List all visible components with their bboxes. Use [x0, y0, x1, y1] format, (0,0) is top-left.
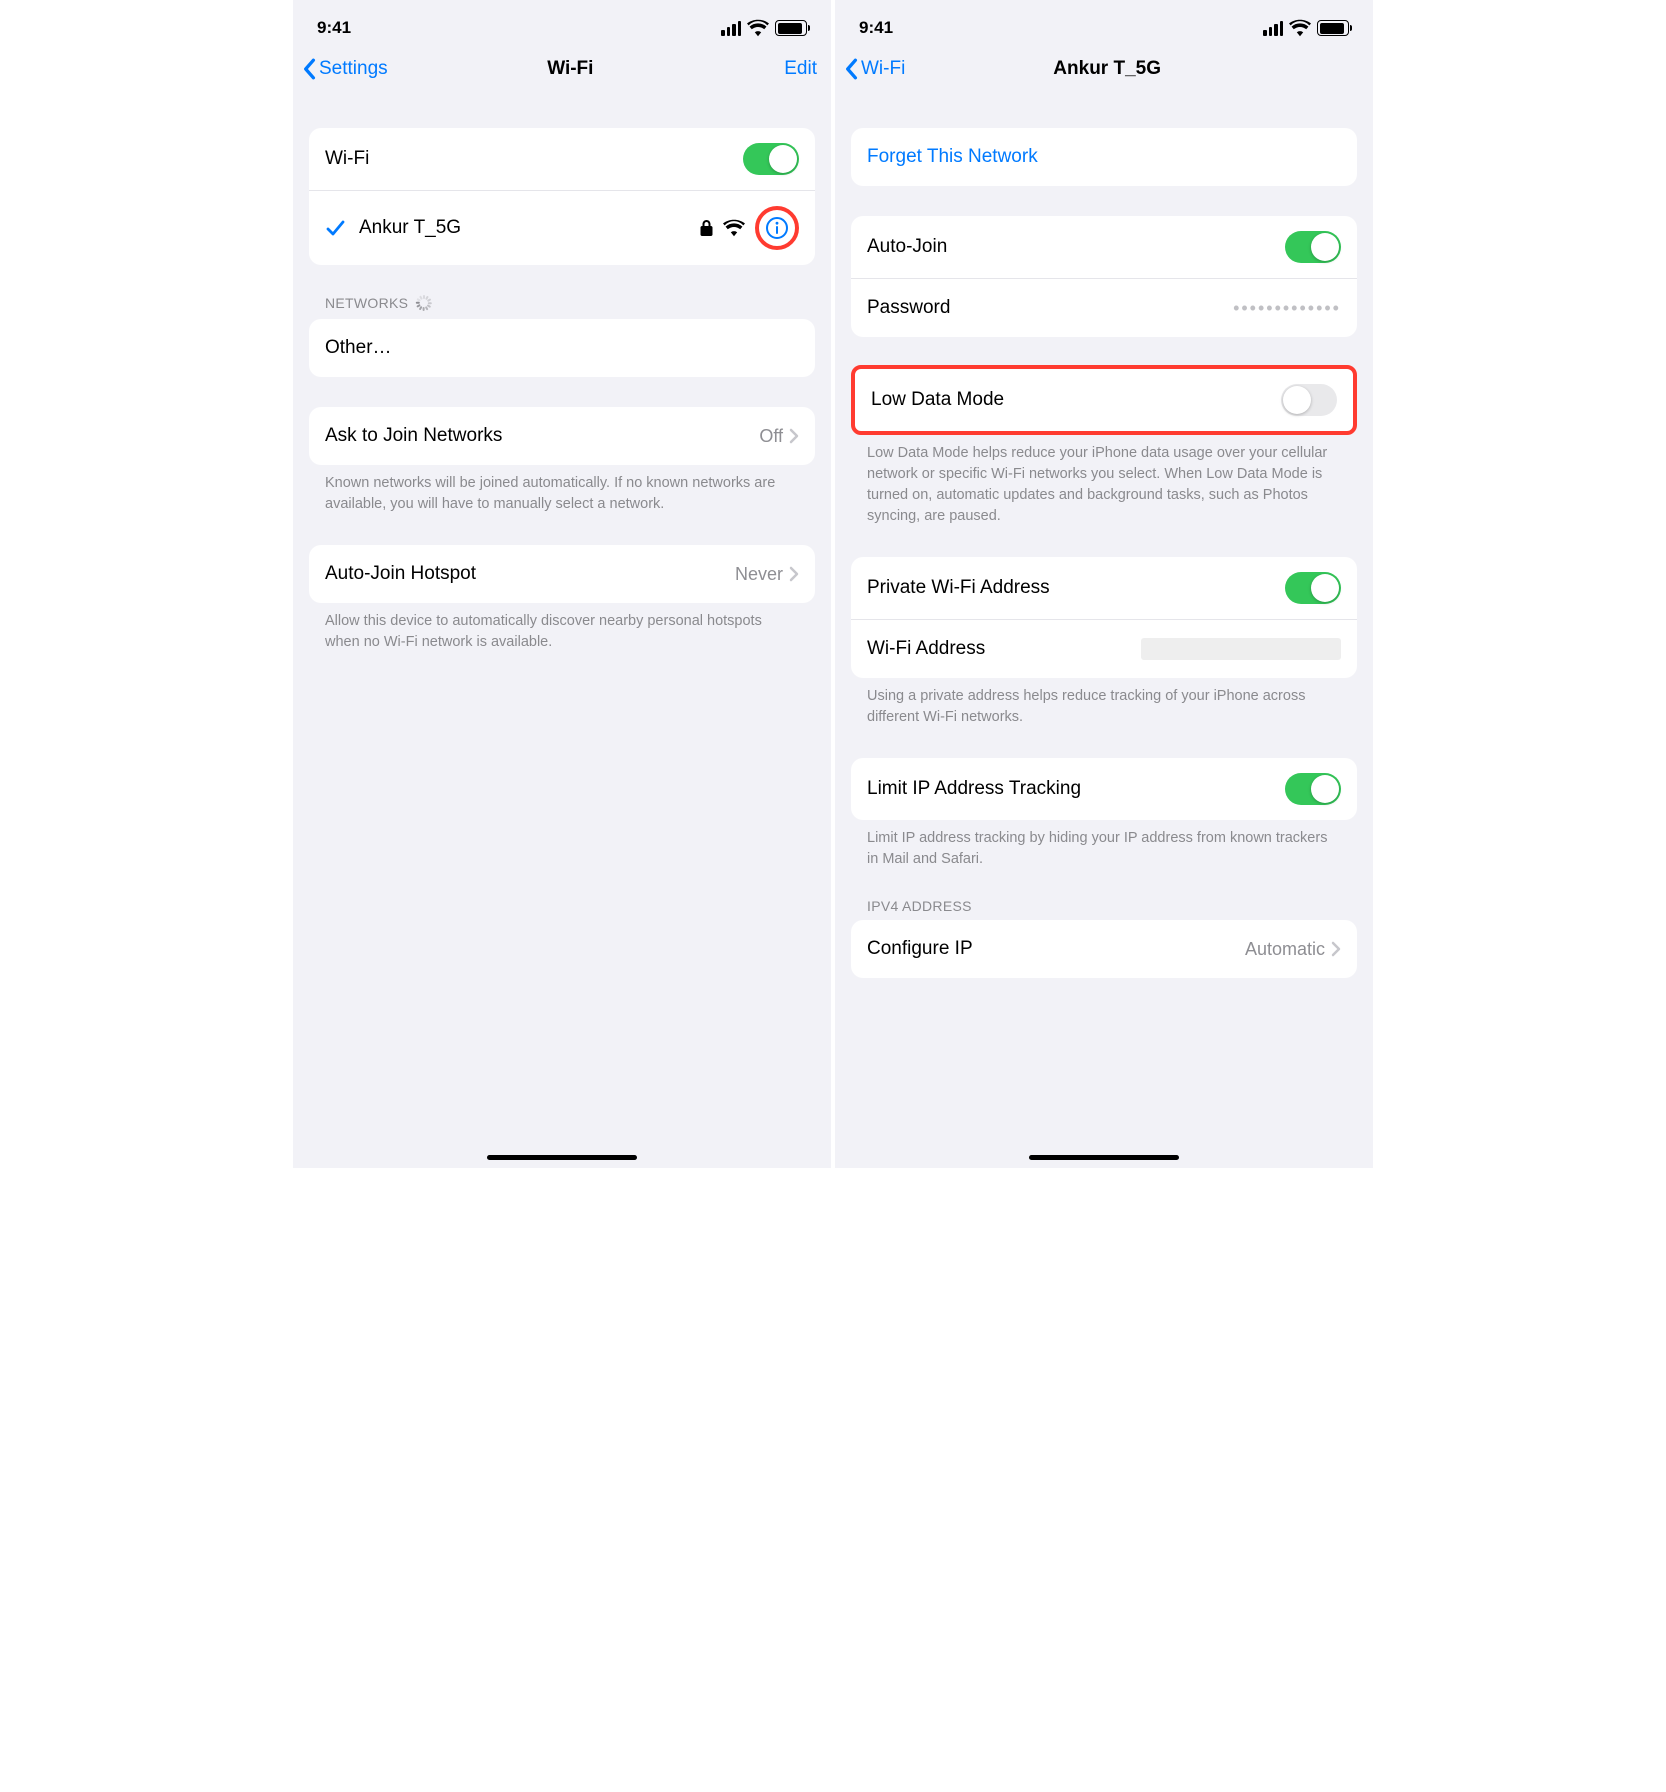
autojoin-hotspot-row[interactable]: Auto-Join Hotspot Never	[309, 545, 815, 603]
autojoin-toggle[interactable]	[1285, 231, 1341, 263]
status-icons	[1263, 19, 1349, 37]
edit-button[interactable]: Edit	[753, 58, 817, 80]
back-button[interactable]: Wi-Fi	[843, 58, 905, 80]
spinner-icon	[416, 295, 432, 311]
wifi-address-label: Wi-Fi Address	[867, 638, 985, 660]
limit-ip-toggle[interactable]	[1285, 773, 1341, 805]
page-title: Wi-Fi	[388, 58, 753, 80]
ask-to-join-value: Off	[759, 426, 783, 447]
password-row[interactable]: Password •••••••••••••	[851, 278, 1357, 337]
ask-to-join-footer: Known networks will be joined automatica…	[309, 465, 815, 515]
low-data-mode-toggle[interactable]	[1281, 384, 1337, 416]
private-wifi-row: Private Wi-Fi Address	[851, 557, 1357, 619]
back-label: Settings	[319, 58, 388, 80]
page-title: Ankur T_5G	[905, 58, 1309, 80]
chevron-right-icon	[1331, 941, 1341, 957]
home-indicator[interactable]	[1029, 1155, 1179, 1160]
autojoin-hotspot-label: Auto-Join Hotspot	[325, 563, 476, 585]
ipv4-header: IPV4 ADDRESS	[851, 898, 1357, 920]
limit-ip-footer: Limit IP address tracking by hiding your…	[851, 820, 1357, 870]
password-label: Password	[867, 297, 950, 319]
info-icon	[765, 216, 789, 240]
connected-network-row[interactable]: Ankur T_5G	[309, 190, 815, 265]
back-label: Wi-Fi	[861, 58, 905, 80]
cellular-icon	[1263, 21, 1283, 36]
private-wifi-footer: Using a private address helps reduce tra…	[851, 678, 1357, 728]
low-data-mode-footer: Low Data Mode helps reduce your iPhone d…	[851, 435, 1357, 527]
limit-ip-row: Limit IP Address Tracking	[851, 758, 1357, 820]
chevron-right-icon	[789, 428, 799, 444]
low-data-mode-row: Low Data Mode	[855, 369, 1353, 431]
battery-icon	[1317, 20, 1349, 36]
nav-bar: Wi-Fi Ankur T_5G	[835, 50, 1373, 92]
lock-icon	[700, 220, 713, 236]
chevron-left-icon	[301, 58, 317, 80]
network-info-button[interactable]	[755, 206, 799, 250]
network-detail-screen: 9:41 Wi-Fi Ankur T_5G Forget This Networ…	[833, 0, 1373, 1168]
status-time: 9:41	[317, 18, 351, 38]
nav-bar: Settings Wi-Fi Edit	[293, 50, 831, 92]
low-data-mode-label: Low Data Mode	[871, 389, 1004, 411]
configure-ip-row[interactable]: Configure IP Automatic	[851, 920, 1357, 978]
configure-ip-value: Automatic	[1245, 939, 1325, 960]
status-time: 9:41	[859, 18, 893, 38]
chevron-left-icon	[843, 58, 859, 80]
other-network-row[interactable]: Other…	[309, 319, 815, 377]
autojoin-hotspot-value: Never	[735, 564, 783, 585]
wifi-signal-icon	[723, 219, 745, 237]
wifi-address-row[interactable]: Wi-Fi Address	[851, 619, 1357, 678]
autojoin-hotspot-footer: Allow this device to automatically disco…	[309, 603, 815, 653]
battery-icon	[775, 20, 807, 36]
password-value: •••••••••••••	[1233, 298, 1341, 319]
other-label: Other…	[325, 337, 392, 359]
forget-network-row[interactable]: Forget This Network	[851, 128, 1357, 186]
private-wifi-toggle[interactable]	[1285, 572, 1341, 604]
cellular-icon	[721, 21, 741, 36]
autojoin-row: Auto-Join	[851, 216, 1357, 278]
autojoin-label: Auto-Join	[867, 236, 947, 258]
status-bar: 9:41	[293, 0, 831, 50]
checkmark-icon	[325, 218, 345, 238]
forget-network-label: Forget This Network	[867, 146, 1038, 168]
status-bar: 9:41	[835, 0, 1373, 50]
wifi-toggle[interactable]	[743, 143, 799, 175]
configure-ip-label: Configure IP	[867, 938, 973, 960]
back-button[interactable]: Settings	[301, 58, 388, 80]
wifi-toggle-row: Wi-Fi	[309, 128, 815, 190]
ask-to-join-row[interactable]: Ask to Join Networks Off	[309, 407, 815, 465]
limit-ip-label: Limit IP Address Tracking	[867, 778, 1081, 800]
wifi-icon	[1289, 19, 1311, 37]
wifi-address-value	[1141, 638, 1341, 660]
wifi-icon	[747, 19, 769, 37]
ask-to-join-label: Ask to Join Networks	[325, 425, 502, 447]
wifi-settings-screen: 9:41 Settings Wi-Fi Edit Wi-Fi	[293, 0, 833, 1168]
status-icons	[721, 19, 807, 37]
networks-header: NETWORKS	[309, 295, 815, 319]
connected-network-name: Ankur T_5G	[359, 217, 461, 239]
wifi-label: Wi-Fi	[325, 148, 369, 170]
chevron-right-icon	[789, 566, 799, 582]
home-indicator[interactable]	[487, 1155, 637, 1160]
private-wifi-label: Private Wi-Fi Address	[867, 577, 1050, 599]
